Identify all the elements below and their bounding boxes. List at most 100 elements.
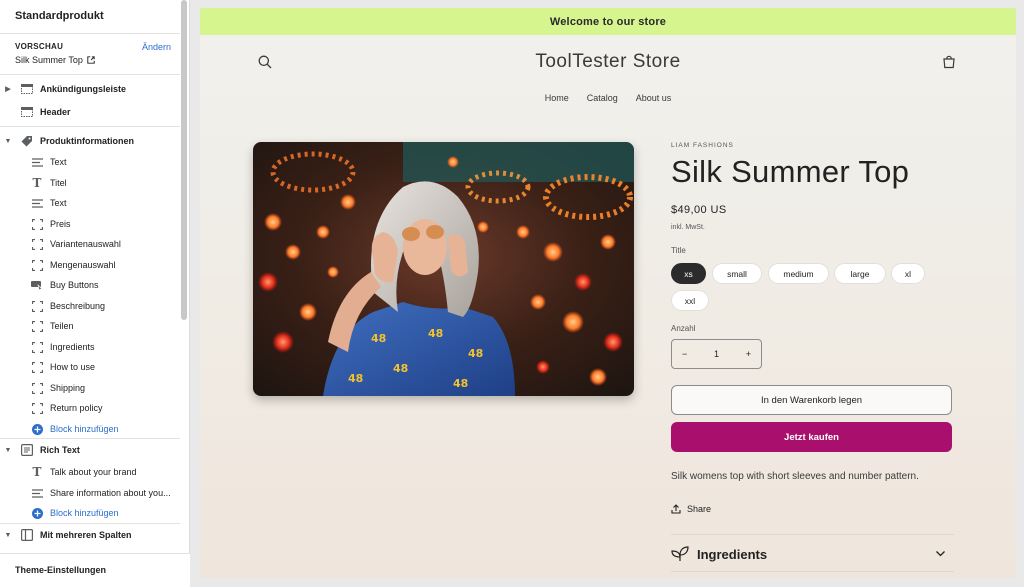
block-buy-buttons[interactable]: Buy Buttons xyxy=(30,276,99,294)
section-label: Mit mehreren Spalten xyxy=(40,530,132,540)
quantity-value[interactable]: 1 xyxy=(714,349,719,359)
block-frame-icon xyxy=(30,238,44,250)
variant-option-label: Title xyxy=(671,246,686,255)
product-description: Silk womens top with short sleeves and n… xyxy=(671,471,919,482)
add-block-button[interactable]: Block hinzufügen xyxy=(30,504,119,522)
block-ingredients[interactable]: Ingredients xyxy=(30,338,95,356)
block-label: Teilen xyxy=(50,321,74,331)
divider xyxy=(671,534,954,535)
variant-pill-xs[interactable]: xs xyxy=(671,263,706,284)
chevron-down-icon xyxy=(936,551,945,557)
main-nav: Home Catalog About us xyxy=(200,93,1016,103)
sidebar-scrollbar[interactable] xyxy=(181,0,187,320)
section-multicolumn[interactable]: ▼ Mit mehreren Spalten xyxy=(0,526,132,544)
quantity-decrease-button[interactable]: − xyxy=(682,349,687,359)
block-label: Text xyxy=(50,198,67,208)
caret-right-icon[interactable]: ▶ xyxy=(4,85,12,93)
product-price: $49,00 US xyxy=(671,204,727,216)
editor-sidebar: Standardprodukt VORSCHAU Ändern Silk Sum… xyxy=(0,0,190,587)
quantity-label: Anzahl xyxy=(671,324,696,333)
plus-circle-icon xyxy=(30,423,44,435)
block-label: Variantenauswahl xyxy=(50,239,121,249)
cart-button[interactable] xyxy=(942,55,956,74)
block-label: Talk about your brand xyxy=(50,467,137,477)
divider xyxy=(0,33,180,34)
share-button[interactable]: Share xyxy=(671,504,711,514)
product-title: Silk Summer Top xyxy=(671,154,910,189)
section-product-information[interactable]: ▼ Produktinformationen xyxy=(0,132,134,150)
block-text[interactable]: Share information about you... xyxy=(30,484,171,502)
block-label: Preis xyxy=(50,219,71,229)
add-to-cart-button[interactable]: In den Warenkorb legen xyxy=(671,385,952,415)
template-title: Standardprodukt xyxy=(15,10,104,22)
block-quantity-picker[interactable]: Mengenauswahl xyxy=(30,256,116,274)
section-label: Produktinformationen xyxy=(40,136,134,146)
announcement-text: Welcome to our store xyxy=(549,15,667,28)
svg-text:48: 48 xyxy=(393,362,408,375)
nav-link-catalog[interactable]: Catalog xyxy=(587,93,618,103)
quantity-increase-button[interactable]: + xyxy=(746,349,751,359)
accordion-ingredients[interactable]: Ingredients xyxy=(671,543,954,565)
block-how-to-use[interactable]: How to use xyxy=(30,358,95,376)
block-title[interactable]: T Titel xyxy=(30,174,67,192)
block-frame-icon xyxy=(30,259,44,271)
block-label: Mengenauswahl xyxy=(50,260,116,270)
block-variant-picker[interactable]: Variantenauswahl xyxy=(30,235,121,253)
block-frame-icon xyxy=(30,300,44,312)
leaf-icon xyxy=(671,546,689,561)
add-block-label: Block hinzufügen xyxy=(50,508,119,518)
block-label: Titel xyxy=(50,178,67,188)
block-frame-icon xyxy=(30,341,44,353)
add-block-button[interactable]: Block hinzufügen xyxy=(30,420,119,438)
caret-down-icon[interactable]: ▼ xyxy=(4,138,12,145)
preview-product-label: Silk Summer Top xyxy=(15,55,83,65)
nav-link-about[interactable]: About us xyxy=(636,93,672,103)
header-layout-icon xyxy=(20,106,34,118)
section-rich-text[interactable]: ▼ Rich Text xyxy=(0,441,80,459)
theme-settings-bar[interactable]: Theme-Einstellungen xyxy=(0,553,190,587)
caret-down-icon[interactable]: ▼ xyxy=(4,447,12,454)
variant-pill-medium[interactable]: medium xyxy=(768,263,829,284)
section-announcement-bar[interactable]: ▶ Ankündigungsleiste xyxy=(0,80,126,98)
block-frame-icon xyxy=(30,382,44,394)
variant-pill-large[interactable]: large xyxy=(834,263,886,284)
block-label: Beschreibung xyxy=(50,301,106,311)
share-label: Share xyxy=(687,504,712,514)
block-text[interactable]: Text xyxy=(30,153,67,171)
change-preview-link[interactable]: Ändern xyxy=(142,42,171,52)
divider xyxy=(671,571,954,572)
store-logo[interactable]: ToolTester Store xyxy=(200,51,1016,73)
preview-label: VORSCHAU xyxy=(15,42,64,51)
rich-text-icon xyxy=(20,444,34,456)
section-label: Header xyxy=(40,107,71,117)
block-label: Share information about you... xyxy=(50,488,171,498)
buy-now-button[interactable]: Jetzt kaufen xyxy=(671,422,952,452)
title-t-icon: T xyxy=(32,176,42,190)
caret-down-icon[interactable]: ▼ xyxy=(4,532,12,539)
section-label: Rich Text xyxy=(40,445,80,455)
block-label: Ingredients xyxy=(50,342,95,352)
block-text[interactable]: Text xyxy=(30,194,67,212)
block-share[interactable]: Teilen xyxy=(30,317,74,335)
variant-pill-xl[interactable]: xl xyxy=(891,263,925,284)
block-price[interactable]: Preis xyxy=(30,215,71,233)
quantity-stepper[interactable]: − 1 + xyxy=(671,339,762,369)
block-heading[interactable]: T Talk about your brand xyxy=(30,463,137,481)
nav-link-home[interactable]: Home xyxy=(545,93,569,103)
variant-pill-small[interactable]: small xyxy=(712,263,762,284)
section-header[interactable]: Header xyxy=(0,103,71,121)
block-description[interactable]: Beschreibung xyxy=(30,297,105,315)
add-block-label: Block hinzufügen xyxy=(50,424,119,434)
theme-settings-label: Theme-Einstellungen xyxy=(15,565,107,575)
block-label: Shipping xyxy=(50,383,86,393)
block-return-policy[interactable]: Return policy xyxy=(30,399,103,417)
store-preview: Welcome to our store ToolTester Store Ho… xyxy=(200,8,1016,578)
svg-text:48: 48 xyxy=(428,327,443,340)
variant-pill-xxl[interactable]: xxl xyxy=(671,290,709,311)
product-image[interactable]: 48 48 48 48 48 48 xyxy=(253,142,634,396)
block-shipping[interactable]: Shipping xyxy=(30,379,85,397)
announcement-bar: Welcome to our store xyxy=(200,8,1016,35)
preview-product[interactable]: Silk Summer Top xyxy=(15,55,95,65)
block-label: Buy Buttons xyxy=(50,280,99,290)
external-link-icon xyxy=(87,56,95,64)
